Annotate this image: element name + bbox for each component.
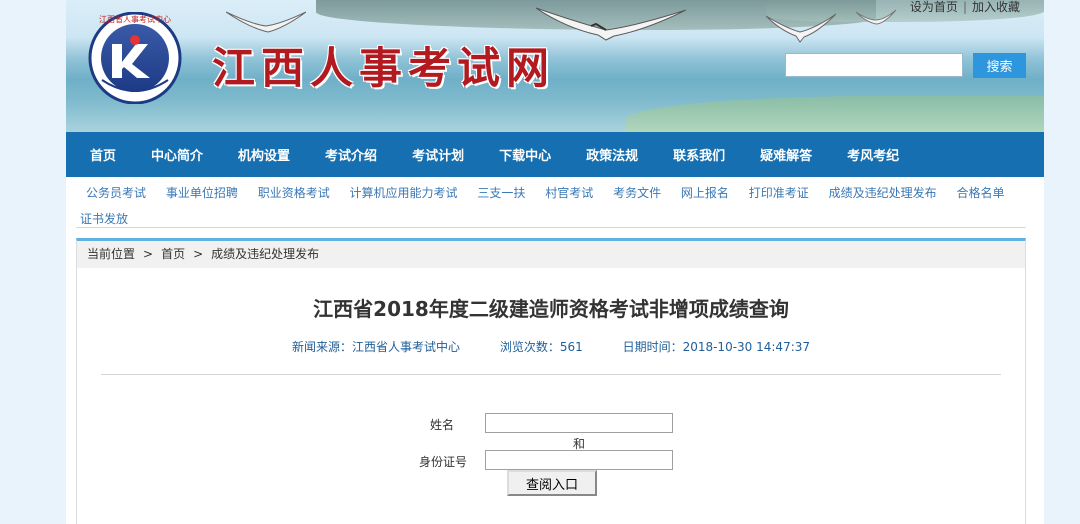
id-number-input[interactable]: [485, 450, 673, 470]
sub-nav: 公务员考试 事业单位招聘 职业资格考试 计算机应用能力考试 三支一扶 村官考试 …: [72, 180, 1032, 232]
subnav-item-results-discipline[interactable]: 成绩及违纪处理发布: [829, 186, 937, 200]
subnav-item-sanzhi-yifu[interactable]: 三支一扶: [477, 186, 525, 200]
subnav-divider: [76, 227, 1026, 228]
subnav-item-certificate-issue[interactable]: 证书发放: [80, 212, 128, 226]
article-source: 新闻来源：江西省人事考试中心: [291, 340, 460, 354]
header-banner: 江西省人事考试中心 江西人事考试网 设为首页 | 加入收藏 搜索: [66, 0, 1044, 132]
set-homepage-link[interactable]: 设为首页: [910, 0, 958, 14]
site-logo: 江西省人事考试中心: [88, 12, 182, 104]
subnav-item-print-admission[interactable]: 打印准考证: [749, 186, 809, 200]
site-title: 江西人事考试网: [212, 44, 555, 94]
nav-item-exam-intro[interactable]: 考试介绍: [325, 145, 377, 164]
subnav-item-professional-qualification[interactable]: 职业资格考试: [258, 186, 330, 200]
page-background-left: [0, 0, 66, 524]
article-meta: 新闻来源：江西省人事考试中心 浏览次数：561 日期时间：2018-10-30 …: [77, 338, 1025, 355]
article-views: 浏览次数：561: [499, 340, 583, 354]
subnav-item-computer-skills[interactable]: 计算机应用能力考试: [350, 186, 458, 200]
subnav-item-exam-documents[interactable]: 考务文件: [613, 186, 661, 200]
crane-bird-icon: [536, 7, 686, 41]
article-date: 日期时间：2018-10-30 14:47:37: [622, 340, 811, 354]
breadcrumb-separator: >: [143, 247, 154, 261]
page-wrapper: 江西省人事考试中心 江西人事考试网 设为首页 | 加入收藏 搜索 首页 中心简介 机…: [66, 0, 1044, 524]
top-links: 设为首页 | 加入收藏: [910, 0, 1020, 15]
nav-item-contact[interactable]: 联系我们: [673, 145, 725, 164]
name-input[interactable]: [485, 413, 673, 433]
main-nav: 首页 中心简介 机构设置 考试介绍 考试计划 下载中心 政策法规 联系我们 疑难…: [66, 132, 1044, 177]
top-links-separator: |: [962, 0, 967, 14]
search-button[interactable]: 搜索: [973, 53, 1026, 78]
nav-item-exam-plan[interactable]: 考试计划: [412, 145, 464, 164]
nav-item-policies[interactable]: 政策法规: [586, 145, 638, 164]
crane-bird-small-icon: [766, 13, 836, 43]
nav-item-discipline[interactable]: 考风考纪: [847, 145, 899, 164]
nav-item-faq[interactable]: 疑难解答: [760, 145, 812, 164]
logo-text: 江西省人事考试中心: [99, 14, 171, 24]
subnav-item-village-official[interactable]: 村官考试: [545, 186, 593, 200]
subnav-item-online-registration[interactable]: 网上报名: [681, 186, 729, 200]
breadcrumb: 当前位置 > 首页 > 成绩及违纪处理发布: [77, 241, 1025, 268]
query-entry-button[interactable]: 查阅入口: [507, 470, 597, 496]
subnav-item-public-institution[interactable]: 事业单位招聘: [166, 186, 238, 200]
name-label: 姓名: [430, 418, 455, 432]
page-background-right: [1044, 0, 1080, 524]
banner-shore: [626, 96, 1044, 132]
breadcrumb-prefix: 当前位置: [87, 247, 136, 261]
search-input[interactable]: [785, 53, 963, 77]
subnav-item-passed-list[interactable]: 合格名单: [956, 186, 1004, 200]
breadcrumb-separator: >: [193, 247, 204, 261]
meta-divider: [101, 374, 1001, 375]
content-panel: 当前位置 > 首页 > 成绩及违纪处理发布 江西省2018年度二级建造师资格考试非增项成…: [76, 238, 1026, 524]
add-favorite-link[interactable]: 加入收藏: [972, 0, 1020, 14]
nav-item-organization[interactable]: 机构设置: [238, 145, 290, 164]
article-title: 江西省2018年度二级建造师资格考试非增项成绩查询: [313, 297, 789, 321]
crane-bird-tiny-icon: [856, 9, 896, 25]
breadcrumb-home-link[interactable]: 首页: [161, 247, 185, 261]
breadcrumb-section-link[interactable]: 成绩及违纪处理发布: [211, 247, 319, 261]
id-number-label: 身份证号: [419, 455, 468, 469]
subnav-item-civil-servant[interactable]: 公务员考试: [86, 186, 146, 200]
nav-item-about[interactable]: 中心简介: [151, 145, 203, 164]
nav-item-downloads[interactable]: 下载中心: [499, 145, 551, 164]
nav-item-home[interactable]: 首页: [90, 145, 116, 164]
